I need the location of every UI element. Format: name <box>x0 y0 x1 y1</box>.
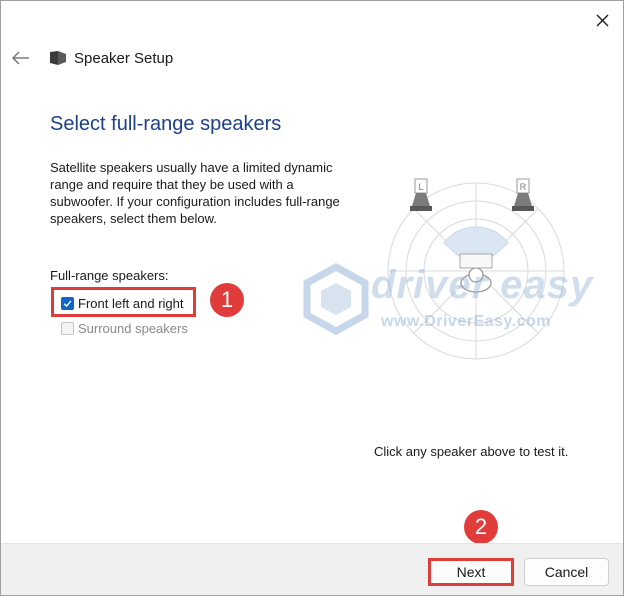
listener-figure <box>459 253 493 293</box>
step-1-badge: 1 <box>210 283 244 317</box>
close-button[interactable] <box>589 7 615 33</box>
close-icon <box>596 14 608 26</box>
full-range-speakers-label: Full-range speakers: <box>50 268 169 283</box>
window-title: Speaker Setup <box>74 50 174 67</box>
speaker-diagram: L R <box>387 178 565 360</box>
back-arrow-icon <box>12 51 29 65</box>
front-left-right-checkbox[interactable] <box>61 297 74 310</box>
footer-bar: Next Cancel <box>1 543 623 595</box>
page-description: Satellite speakers usually have a limite… <box>50 160 340 226</box>
right-speaker-label: R <box>520 182 527 192</box>
test-speaker-hint: Click any speaker above to test it. <box>374 444 569 459</box>
left-speaker-label: L <box>418 182 423 192</box>
back-button[interactable] <box>10 47 32 69</box>
surround-speakers-checkbox <box>61 322 74 335</box>
driver-easy-logo-icon <box>303 263 369 335</box>
front-left-speaker[interactable]: L <box>410 178 432 211</box>
cancel-button[interactable]: Cancel <box>524 558 609 586</box>
next-button[interactable]: Next <box>428 558 514 586</box>
checkmark-icon <box>63 300 72 308</box>
speaker-setup-window: Speaker Setup Select full-range speakers… <box>0 0 624 596</box>
page-heading: Select full-range speakers <box>50 113 282 135</box>
speaker-icon <box>50 51 66 65</box>
front-left-right-checkbox-row[interactable]: Front left and right <box>61 296 184 311</box>
surround-speakers-checkbox-row: Surround speakers <box>61 321 188 336</box>
surround-speakers-label: Surround speakers <box>78 321 188 336</box>
front-left-right-label: Front left and right <box>78 296 184 311</box>
front-right-speaker[interactable]: R <box>512 178 534 211</box>
step-2-badge: 2 <box>464 510 498 544</box>
